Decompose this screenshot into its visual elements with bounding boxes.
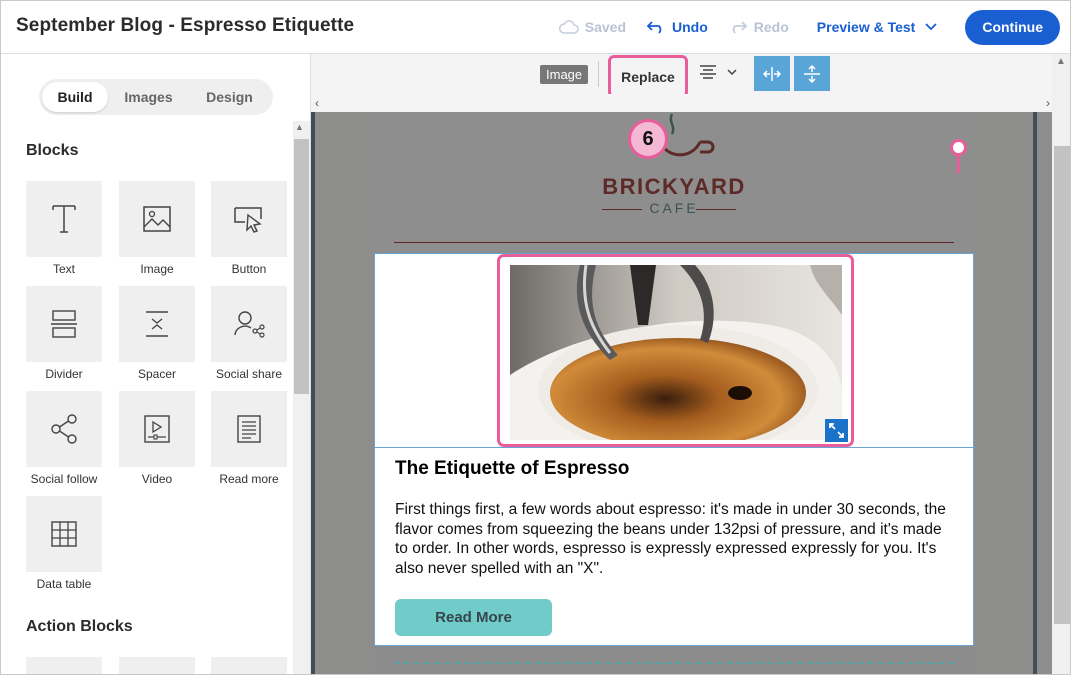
logo-title: BRICKYARD — [602, 174, 746, 199]
social-follow-icon — [51, 414, 77, 444]
email-body: BRICKYARD CAFE The Etiquette of Espresso… — [374, 112, 975, 674]
block-label-divider: Divider — [45, 367, 83, 381]
scroll-left-icon[interactable]: ‹ — [315, 96, 319, 110]
article-title[interactable]: The Etiquette of Espresso — [395, 458, 629, 480]
step-callout: 6 — [628, 119, 668, 159]
spacer-icon — [146, 311, 168, 337]
block-label-data-table: Data table — [36, 577, 92, 591]
resize-image-button[interactable] — [825, 419, 848, 442]
social-share-icon — [234, 311, 265, 338]
block-label-spacer: Spacer — [137, 367, 177, 381]
action-block-1[interactable] — [26, 657, 102, 674]
right-scrollbar-thumb[interactable] — [1054, 146, 1070, 624]
blocks-heading: Blocks — [26, 142, 79, 159]
block-label-video: Video — [141, 472, 173, 486]
tab-design[interactable]: Design — [189, 82, 270, 112]
chevron-down-icon — [925, 23, 937, 31]
expand-icon — [829, 423, 844, 438]
logo-rule-right — [696, 209, 736, 210]
saved-label: Saved — [584, 19, 627, 35]
tab-build[interactable]: Build — [42, 82, 108, 112]
image-block-border — [375, 447, 975, 448]
align-center-icon — [700, 65, 716, 79]
callout-anchor — [950, 139, 967, 156]
block-label-social-follow: Social follow — [30, 472, 98, 486]
cloud-icon — [558, 20, 579, 34]
continue-button[interactable]: Continue — [965, 9, 1060, 45]
drop-zone[interactable] — [394, 662, 954, 674]
editor-window: September Blog - Espresso Etiquette Save… — [0, 0, 1071, 675]
full-width-button[interactable] — [754, 56, 790, 91]
read-more-icon — [237, 415, 261, 443]
undo-icon — [646, 21, 662, 34]
scroll-up-icon[interactable]: ▲ — [295, 122, 304, 132]
redo-label: Redo — [753, 19, 789, 35]
divider-icon — [51, 310, 77, 338]
block-video[interactable] — [119, 391, 195, 467]
block-spacer[interactable] — [119, 286, 195, 362]
vertical-spacing-button[interactable] — [794, 56, 830, 91]
undo-button[interactable]: Undo — [646, 19, 708, 35]
image-toolbar: Image Replace — [311, 54, 1052, 98]
block-text[interactable] — [26, 181, 102, 257]
article-body[interactable]: First things first, a few words about es… — [395, 500, 955, 578]
logo-divider — [394, 242, 954, 243]
video-icon — [144, 415, 170, 443]
action-blocks-heading: Action Blocks — [26, 618, 133, 635]
undo-label: Undo — [672, 19, 708, 35]
espresso-image — [510, 265, 842, 440]
article-block[interactable]: The Etiquette of Espresso First things f… — [374, 253, 975, 646]
block-type-badge: Image — [540, 65, 589, 84]
chevron-down-icon — [727, 68, 737, 75]
button-icon — [234, 207, 262, 233]
block-social-share[interactable] — [211, 286, 287, 362]
horizontal-scrollbar[interactable]: ‹ › — [311, 94, 1052, 112]
redo-button[interactable]: Redo — [728, 19, 789, 35]
logo-block[interactable]: BRICKYARD CAFE — [374, 112, 974, 252]
page-title: September Blog - Espresso Etiquette — [16, 15, 355, 36]
left-scrollbar-thumb[interactable] — [294, 139, 309, 394]
align-dropdown[interactable] — [699, 65, 737, 79]
toolbar-separator — [598, 61, 599, 87]
block-button[interactable] — [211, 181, 287, 257]
read-more-button[interactable]: Read More — [395, 599, 552, 636]
tab-images[interactable]: Images — [108, 82, 189, 112]
replace-button[interactable]: Replace — [608, 55, 688, 98]
block-image[interactable] — [119, 181, 195, 257]
email-canvas-area: BRICKYARD CAFE The Etiquette of Espresso… — [311, 54, 1070, 674]
text-icon — [52, 205, 76, 233]
espresso-photo[interactable] — [510, 265, 842, 440]
scroll-up-icon[interactable]: ▲ — [1056, 56, 1066, 67]
block-label-button: Button — [231, 262, 267, 276]
block-label-image: Image — [140, 262, 174, 276]
block-label-read-more: Read more — [219, 472, 279, 486]
vertical-expand-icon — [804, 64, 820, 83]
top-actions: Saved Undo Redo Preview & Test Continue — [539, 9, 1060, 45]
horizontal-expand-icon — [763, 66, 781, 81]
scroll-right-icon[interactable]: › — [1046, 96, 1050, 110]
saved-status: Saved — [558, 19, 627, 35]
block-divider[interactable] — [26, 286, 102, 362]
selected-image-highlight[interactable] — [497, 254, 854, 447]
logo-subtitle: CAFE — [649, 200, 699, 216]
canvas-edge-right — [1033, 112, 1037, 674]
data-table-icon — [51, 521, 77, 547]
redo-icon — [732, 21, 748, 34]
block-social-follow[interactable] — [26, 391, 102, 467]
action-block-3[interactable] — [211, 657, 287, 674]
block-label-text: Text — [52, 262, 75, 276]
left-panel: Build Images Design Blocks Text Image Bu… — [1, 54, 311, 674]
canvas-edge-left — [311, 112, 315, 674]
block-label-social-share: Social share — [215, 367, 283, 381]
block-data-table[interactable] — [26, 496, 102, 572]
preview-test-dropdown[interactable]: Preview & Test — [817, 19, 944, 35]
top-bar: September Blog - Espresso Etiquette Save… — [1, 1, 1070, 54]
action-block-2[interactable] — [119, 657, 195, 674]
panel-tabs: Build Images Design — [39, 79, 273, 115]
image-icon — [143, 206, 171, 232]
preview-label: Preview & Test — [816, 19, 916, 35]
block-read-more[interactable] — [211, 391, 287, 467]
